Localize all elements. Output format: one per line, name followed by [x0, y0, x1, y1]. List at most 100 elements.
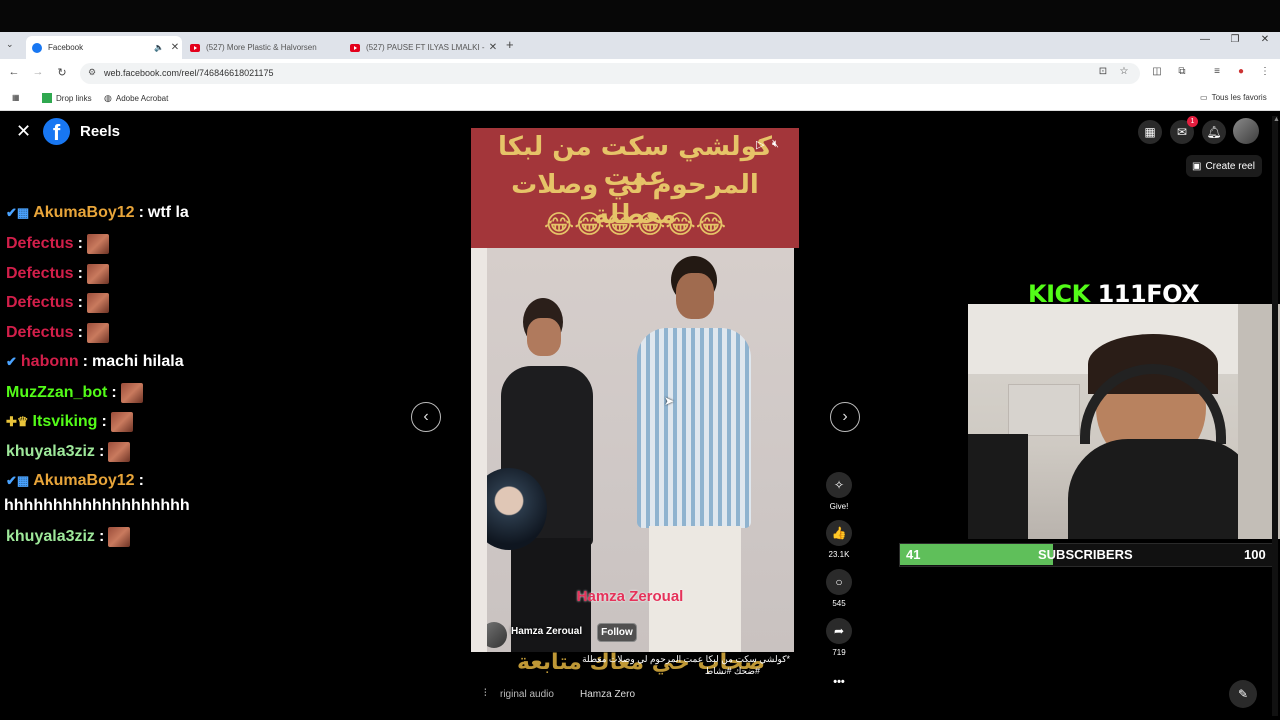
audio-author[interactable]: Hamza Zero: [580, 689, 635, 700]
mute-icon[interactable]: 🔇︎: [772, 138, 779, 151]
video-edge: [794, 248, 799, 652]
cam-chair: [968, 434, 1028, 539]
create-reel-button[interactable]: ▣ Create reel: [1186, 155, 1262, 177]
reel-hashtags[interactable]: #ضحك #نشاط: [560, 666, 760, 677]
chat-message: khuyala3ziz:: [6, 527, 131, 547]
url-text[interactable]: web.facebook.com/reel/746846618021175: [104, 68, 273, 78]
tab-youtube-1[interactable]: (527) More Plastic & Halvorsen: [184, 36, 340, 59]
audio-wave-icon: ⫶: [484, 688, 487, 699]
notifications-bell-icon[interactable]: 🔔︎: [1202, 120, 1226, 144]
avatar[interactable]: [1233, 118, 1259, 144]
reel-description[interactable]: *كولشي سكت من لبكا عمت المرحوم لي وصلات …: [476, 654, 790, 665]
chat-user: Defectus: [6, 265, 74, 282]
chat-badges: ✔▦: [6, 205, 30, 220]
comment-button[interactable]: ○ 545: [809, 569, 869, 608]
folder-icon: ▭: [1200, 93, 1208, 102]
tab-title: Facebook: [48, 43, 84, 52]
menu-grid-icon[interactable]: ▦: [1138, 120, 1162, 144]
chat-text: wtf la: [147, 204, 189, 221]
chat-message-continued: hhhhhhhhhhhhhhhhhhh: [4, 497, 190, 515]
site-info-icon[interactable]: ⚙: [88, 67, 96, 78]
chat-message: MuzZzan_bot:: [6, 383, 143, 403]
subscriber-goal-fill: [900, 544, 1053, 565]
previous-reel-icon[interactable]: ‹: [411, 402, 441, 432]
subs-label: SUBSCRIBERS: [1038, 547, 1133, 562]
chat-user: Itsviking: [32, 413, 98, 430]
chat-message: Defectus:: [6, 234, 109, 254]
puzzle-icon[interactable]: ⧉: [1173, 66, 1191, 77]
new-tab-icon[interactable]: +: [506, 37, 514, 52]
restore-icon[interactable]: ❐: [1220, 34, 1250, 45]
chat-badges: ✔▦: [6, 473, 30, 488]
share-button[interactable]: ➦ 719: [809, 618, 869, 657]
close-reels-icon[interactable]: ✕: [16, 121, 31, 142]
bookmark-label: Adobe Acrobat: [115, 94, 169, 103]
all-favorites[interactable]: ▭ Tous les favoris: [1200, 93, 1267, 102]
share-count: 719: [832, 648, 846, 657]
person-shirt: [637, 328, 751, 528]
next-reel-icon[interactable]: ›: [830, 402, 860, 432]
reload-icon[interactable]: ↻: [52, 66, 72, 79]
chat-user: AkumaBoy12: [33, 472, 135, 489]
close-tab-icon[interactable]: ✕: [168, 42, 182, 53]
bookmark-drop-links[interactable]: Drop links: [42, 93, 92, 103]
close-window-icon[interactable]: ✕: [1250, 34, 1280, 45]
forward-icon[interactable]: →: [28, 66, 48, 78]
youtube-favicon-icon: [350, 43, 360, 52]
tab-title: (527) PAUSE FT ILYAS LMALKI -: [366, 43, 485, 52]
chat-message: ✔▦ AkumaBoy12 : wtf la: [6, 204, 189, 221]
media-control-icon[interactable]: ≡: [1208, 66, 1226, 77]
tab-search-icon[interactable]: ⌄: [6, 39, 14, 50]
subs-goal: 100: [1244, 547, 1266, 562]
profile-icon[interactable]: ●: [1232, 66, 1250, 77]
follow-button[interactable]: Follow: [597, 623, 637, 642]
speaker-icon[interactable]: 🔈: [154, 43, 164, 52]
chat-message: khuyala3ziz:: [6, 442, 131, 462]
streamer-shirt: [1068, 439, 1258, 539]
webcam-feed: [968, 304, 1280, 539]
create-reel-icon: ▣: [1192, 160, 1202, 172]
author-name[interactable]: Hamza Zeroual: [511, 626, 582, 637]
give-label: Give!: [829, 502, 849, 511]
give-icon: ✧: [826, 472, 852, 498]
extension-icon[interactable]: ◫: [1148, 66, 1166, 77]
comment-icon: ○: [826, 569, 852, 595]
new-message-icon[interactable]: ✎: [1229, 680, 1257, 708]
back-icon[interactable]: ←: [4, 66, 24, 78]
chat-user: AkumaBoy12: [33, 204, 135, 221]
video-wall-strip: [471, 248, 487, 652]
close-tab-icon[interactable]: ✕: [486, 42, 500, 53]
chat-badges: ✔: [6, 354, 17, 369]
apps-grid-icon[interactable]: ▦: [12, 93, 20, 102]
facebook-favicon-icon: [32, 42, 42, 53]
play-icon[interactable]: ▷: [756, 138, 764, 151]
like-button[interactable]: 👍 23.1K: [809, 520, 869, 559]
scrollbar[interactable]: [1272, 116, 1278, 716]
like-count: 23.1K: [828, 550, 850, 559]
emote-icon: [86, 293, 109, 313]
install-app-icon[interactable]: ⊡: [1094, 66, 1112, 77]
more-options-icon[interactable]: •••: [809, 676, 869, 688]
bookmark-adobe-acrobat[interactable]: ◍ Adobe Acrobat: [104, 93, 168, 104]
scroll-up-icon[interactable]: ▲: [1273, 116, 1280, 123]
tab-youtube-2[interactable]: (527) PAUSE FT ILYAS LMALKI - ✕: [344, 36, 500, 59]
menu-icon[interactable]: ⋮: [1256, 66, 1274, 77]
facebook-logo-icon[interactable]: f: [43, 118, 70, 145]
like-icon: 👍: [826, 520, 852, 546]
drop-links-icon: [42, 93, 52, 103]
chat-message: ✔▦ AkumaBoy12:: [6, 472, 144, 489]
emote-icon: [86, 264, 109, 284]
chat-message: ✚♛ Itsviking:: [6, 412, 133, 432]
chat-message: Defectus:: [6, 323, 109, 343]
chat-user: khuyala3ziz: [6, 528, 95, 545]
cam-shelf: [1008, 384, 1080, 436]
youtube-favicon-icon: [190, 43, 200, 52]
caption-emojis: 😂😂😂😂😂😂: [543, 210, 727, 240]
bookmarks-bar: ▦ Drop links ◍ Adobe Acrobat ▭ Tous les …: [0, 88, 1280, 111]
give-button[interactable]: ✧ Give!: [809, 472, 869, 511]
tab-facebook[interactable]: Facebook 🔈 ✕: [26, 36, 182, 59]
bookmark-label: Drop links: [56, 93, 92, 103]
bookmark-star-icon[interactable]: ☆: [1115, 66, 1133, 77]
minimize-icon[interactable]: —: [1190, 34, 1220, 45]
audio-title[interactable]: riginal audio: [500, 689, 554, 700]
